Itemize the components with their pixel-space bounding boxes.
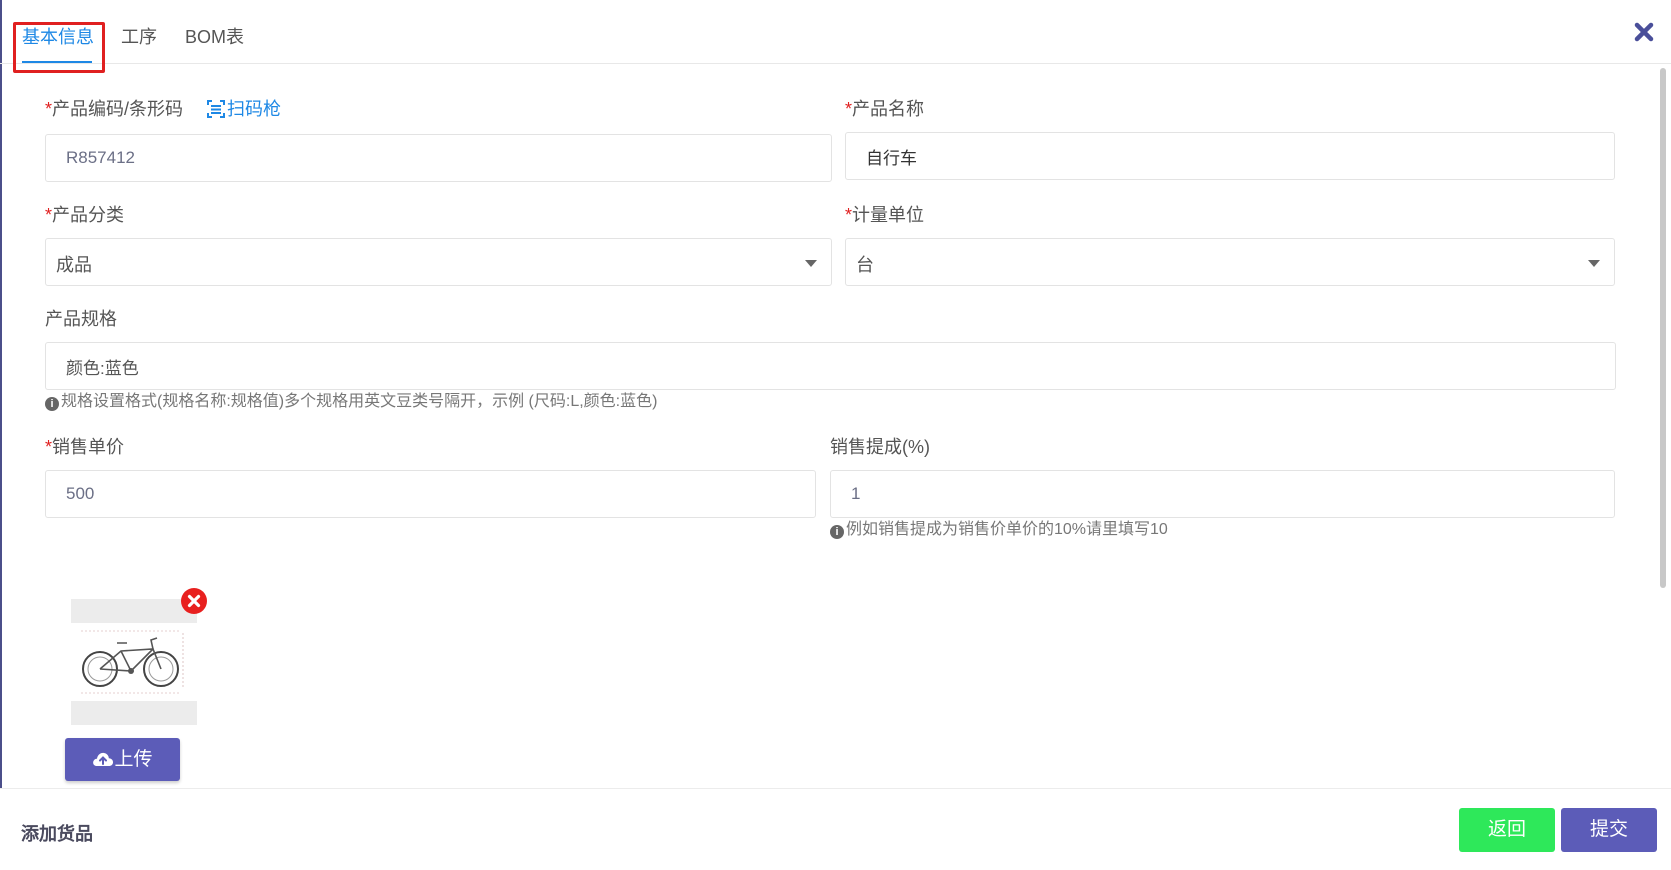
image-bar-bottom [71,701,197,725]
footer-title: 添加货品 [21,824,93,844]
cloud-upload-icon [93,752,114,766]
footer: 添加货品 返回 提交 [0,788,1671,870]
upload-button[interactable]: 上传 [65,738,180,781]
chevron-down-icon [1588,260,1600,267]
price-input[interactable] [45,470,816,518]
commission-hint: i 例如销售提成为销售价单价的10%请里填写10 [830,520,1168,540]
unit-select[interactable]: 台 [845,238,1615,286]
spec-label: 产品规格 [45,309,117,329]
close-icon [187,594,201,608]
close-button[interactable] [1632,20,1656,44]
product-name-input[interactable] [845,132,1615,180]
product-code-input[interactable] [45,134,832,182]
scan-gun-button[interactable]: 扫码枪 [207,97,281,121]
category-label: *产品分类 [45,205,125,225]
product-name-label: *产品名称 [845,99,925,119]
info-icon: i [45,397,59,411]
spec-input[interactable] [45,342,1616,390]
tab-bar: 基本信息 工序 BOM表 [0,0,1671,73]
product-image-preview [71,599,197,725]
left-edge [0,0,2,870]
scrollbar[interactable] [1660,68,1666,588]
category-value: 成品 [56,255,92,275]
tab-bom[interactable]: BOM表 [185,22,244,52]
bicycle-image [81,630,184,694]
image-bar-top [71,599,197,623]
product-code-label: *产品编码/条形码 [45,99,184,119]
tab-highlight-box [13,22,105,73]
unit-value: 台 [856,255,874,275]
commission-input[interactable] [830,470,1615,518]
upload-label: 上传 [114,749,153,770]
scan-gun-label: 扫码枪 [227,99,281,119]
chevron-down-icon [805,260,817,267]
back-button[interactable]: 返回 [1459,808,1555,852]
remove-image-button[interactable] [181,588,207,614]
close-icon [1634,22,1654,42]
price-label: *销售单价 [45,437,125,457]
scan-icon [207,100,225,118]
commission-label: 销售提成(%) [830,437,930,457]
unit-label: *计量单位 [845,205,925,225]
category-select[interactable]: 成品 [45,238,832,286]
spec-hint: i 规格设置格式(规格名称:规格值)多个规格用英文豆类号隔开，示例 (尺码:L,颜… [45,392,657,412]
info-icon: i [830,525,844,539]
submit-button[interactable]: 提交 [1561,808,1657,852]
tab-process[interactable]: 工序 [121,22,157,52]
